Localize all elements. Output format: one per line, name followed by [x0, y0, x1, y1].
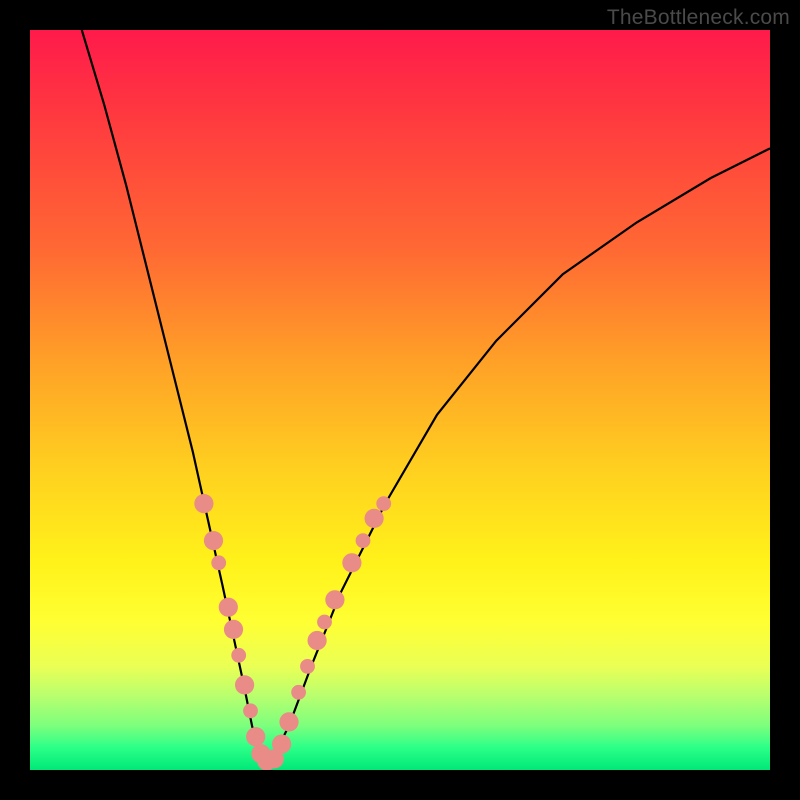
curve-marker: [194, 494, 213, 513]
curve-marker: [365, 509, 384, 528]
bottleneck-curve-path: [82, 30, 770, 763]
curve-marker: [279, 712, 298, 731]
curve-marker: [231, 648, 246, 663]
curve-marker: [308, 631, 327, 650]
curve-marker: [219, 598, 238, 617]
curve-marker: [356, 533, 371, 548]
curve-marker: [272, 735, 291, 754]
curve-marker: [325, 590, 344, 609]
plot-area: [30, 30, 770, 770]
curve-marker: [342, 553, 361, 572]
curve-marker: [224, 620, 243, 639]
curve-marker: [243, 703, 258, 718]
curve-marker: [235, 675, 254, 694]
curve-marker: [204, 531, 223, 550]
curve-marker: [376, 496, 391, 511]
curve-marker: [246, 727, 265, 746]
curve-marker: [300, 659, 315, 674]
chart-frame: TheBottleneck.com: [0, 0, 800, 800]
curve-markers: [194, 494, 391, 770]
curve-marker: [317, 615, 332, 630]
curve-marker: [211, 555, 226, 570]
bottleneck-curve-svg: [30, 30, 770, 770]
curve-marker: [291, 685, 306, 700]
watermark-text: TheBottleneck.com: [607, 6, 790, 30]
